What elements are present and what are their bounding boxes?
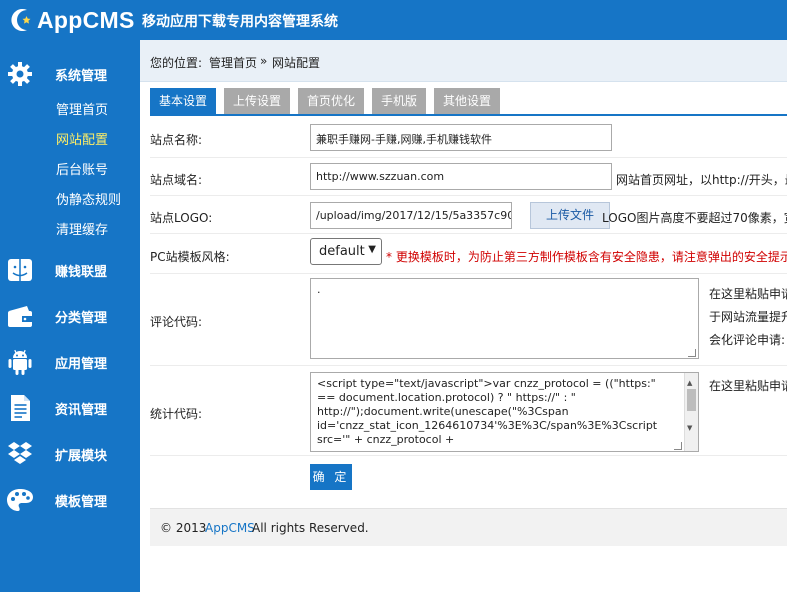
breadcrumb-separator: » bbox=[260, 54, 268, 68]
tab-mobile[interactable]: 手机版 bbox=[372, 88, 426, 114]
palette-icon bbox=[6, 487, 34, 513]
breadcrumb-current: 网站配置 bbox=[272, 56, 321, 70]
footer-rights: All rights Reserved. bbox=[252, 521, 369, 535]
tab-underline bbox=[150, 114, 787, 116]
site-logo-input[interactable]: /upload/img/2017/12/15/5a3357c903 bbox=[310, 202, 512, 229]
dropbox-icon bbox=[6, 441, 34, 467]
site-domain-input[interactable]: http://www.szzuan.com bbox=[310, 163, 612, 190]
site-name-label: 站点名称: bbox=[150, 133, 203, 147]
sidebar-section-earn[interactable]: 赚钱联盟 bbox=[0, 253, 140, 287]
main-content: 您的位置: 管理首页 » 网站配置 基本设置 上传设置 首页优化 手机版 其他设… bbox=[140, 40, 787, 592]
top-header: AppCMS 移动应用下载专用内容管理系统 bbox=[0, 0, 787, 40]
stats-code-line: id='cnzz_stat_icon_1264610734'%3E%3C/spa… bbox=[317, 419, 658, 432]
resize-handle-icon[interactable] bbox=[688, 349, 696, 357]
tab-other[interactable]: 其他设置 bbox=[434, 88, 500, 114]
footer-brand-link[interactable]: AppCMS bbox=[205, 521, 255, 535]
sidebar-section-apps[interactable]: 应用管理 bbox=[0, 345, 140, 379]
sidebar-section-label: 资讯管理 bbox=[55, 402, 108, 418]
sidebar-section-news[interactable]: 资讯管理 bbox=[0, 391, 140, 425]
wallet-icon bbox=[6, 303, 34, 329]
pc-template-select[interactable]: default ▼ bbox=[310, 238, 382, 265]
sidebar-section-extensions[interactable]: 扩展模块 bbox=[0, 437, 140, 471]
logo-text: AppCMS bbox=[37, 6, 135, 33]
sidebar-section-label: 模板管理 bbox=[55, 494, 108, 510]
tab-basic[interactable]: 基本设置 bbox=[150, 88, 216, 114]
sidebar-item-admin-accounts[interactable]: 后台账号 bbox=[56, 159, 108, 178]
sidebar-section-templates[interactable]: 模板管理 bbox=[0, 483, 140, 517]
tab-upload[interactable]: 上传设置 bbox=[224, 88, 290, 114]
stats-code-textarea[interactable]: <script type="text/javascript">var cnzz_… bbox=[310, 372, 699, 452]
breadcrumb-home-link[interactable]: 管理首页 bbox=[209, 54, 257, 71]
sidebar-item-site-config[interactable]: 网站配置 bbox=[56, 129, 108, 148]
stats-code-hint: 在这里粘贴申请 bbox=[709, 379, 787, 393]
logo[interactable]: AppCMS bbox=[8, 6, 135, 34]
sidebar-section-label: 扩展模块 bbox=[55, 448, 108, 464]
sidebar-section-label: 系统管理 bbox=[55, 68, 108, 84]
sidebar: 系统管理 管理首页 网站配置 后台账号 伪静态规则 清理缓存 赚钱联盟 分类管理… bbox=[0, 40, 140, 592]
submit-button[interactable]: 确 定 bbox=[310, 464, 352, 490]
resize-handle-icon[interactable] bbox=[674, 442, 682, 450]
scroll-down-icon[interactable]: ▼ bbox=[687, 421, 692, 435]
breadcrumb: 您的位置: 管理首页 » 网站配置 bbox=[140, 40, 787, 82]
chevron-down-icon: ▼ bbox=[368, 244, 376, 255]
footer: © 2013 AppCMS All rights Reserved. bbox=[150, 508, 787, 546]
sidebar-section-label: 赚钱联盟 bbox=[55, 264, 108, 280]
sidebar-section-category[interactable]: 分类管理 bbox=[0, 299, 140, 333]
form-row-stats-code: 统计代码: <script type="text/javascript">var… bbox=[150, 366, 787, 456]
comment-code-value: . bbox=[317, 283, 321, 296]
sidebar-item-clear-cache[interactable]: 清理缓存 bbox=[56, 219, 108, 238]
comment-code-textarea[interactable]: . bbox=[310, 278, 699, 359]
pc-template-label: PC站模板风格: bbox=[150, 250, 230, 264]
upload-file-button[interactable]: 上传文件 bbox=[530, 202, 610, 229]
finder-icon bbox=[6, 257, 34, 283]
gear-icon bbox=[6, 61, 34, 87]
scroll-up-icon[interactable]: ▲ bbox=[687, 376, 692, 390]
sidebar-item-rewrite-rules[interactable]: 伪静态规则 bbox=[56, 189, 121, 208]
form-row-pc-template: PC站模板风格: default ▼ * 更换模板时，为防止第三方制作模板含有安… bbox=[150, 234, 787, 274]
stats-code-line: http://");document.write(unescape("%3Csp… bbox=[317, 405, 569, 418]
site-domain-hint: 网站首页网址，以http://开头，最 bbox=[616, 173, 787, 187]
pc-template-warning: * 更换模板时，为防止第三方制作模板含有安全隐患，请注意弹出的安全提示 bbox=[386, 250, 787, 264]
form-row-site-name: 站点名称: 兼职手赚网-手赚,网赚,手机赚钱软件 bbox=[150, 118, 787, 158]
form-row-comment-code: 评论代码: . 在这里粘贴申请 于网站流量提升 会化评论申请: bbox=[150, 274, 787, 366]
comment-code-hint-1: 在这里粘贴申请 bbox=[709, 287, 787, 301]
comment-code-label: 评论代码: bbox=[150, 315, 203, 329]
footer-copyright: © 2013 bbox=[160, 521, 207, 535]
stats-code-label: 统计代码: bbox=[150, 407, 203, 421]
pc-template-selected: default bbox=[319, 244, 365, 259]
breadcrumb-prefix: 您的位置: bbox=[150, 56, 203, 70]
comment-code-hint-3: 会化评论申请: bbox=[709, 333, 786, 347]
sidebar-section-label: 分类管理 bbox=[55, 310, 108, 326]
site-logo-label: 站点LOGO: bbox=[150, 211, 213, 225]
form-row-site-logo: 站点LOGO: /upload/img/2017/12/15/5a3357c90… bbox=[150, 196, 787, 234]
form-row-site-domain: 站点域名: http://www.szzuan.com 网站首页网址，以http… bbox=[150, 158, 787, 196]
sidebar-section-system[interactable]: 系统管理 bbox=[0, 57, 140, 91]
sidebar-section-label: 应用管理 bbox=[55, 356, 108, 372]
tab-home-seo[interactable]: 首页优化 bbox=[298, 88, 364, 114]
logo-moon-icon bbox=[8, 6, 36, 34]
stats-code-line: <script type="text/javascript">var cnzz_… bbox=[317, 377, 656, 390]
comment-code-hint-2: 于网站流量提升 bbox=[709, 310, 787, 324]
site-name-input[interactable]: 兼职手赚网-手赚,网赚,手机赚钱软件 bbox=[310, 124, 612, 151]
stats-code-line: == document.location.protocol) ? " https… bbox=[317, 391, 576, 404]
site-domain-label: 站点域名: bbox=[150, 173, 203, 187]
stats-code-line: src='" + cnzz_protocol + bbox=[317, 433, 455, 446]
sidebar-item-admin-home[interactable]: 管理首页 bbox=[56, 99, 108, 118]
header-title: 移动应用下载专用内容管理系统 bbox=[142, 14, 338, 30]
android-icon bbox=[6, 349, 34, 375]
scroll-thumb[interactable] bbox=[687, 389, 696, 411]
textarea-scrollbar[interactable]: ▲ ▼ bbox=[684, 373, 698, 451]
document-icon bbox=[6, 395, 34, 421]
site-logo-hint: LOGO图片高度不要超过70像素，宽 bbox=[602, 211, 787, 225]
